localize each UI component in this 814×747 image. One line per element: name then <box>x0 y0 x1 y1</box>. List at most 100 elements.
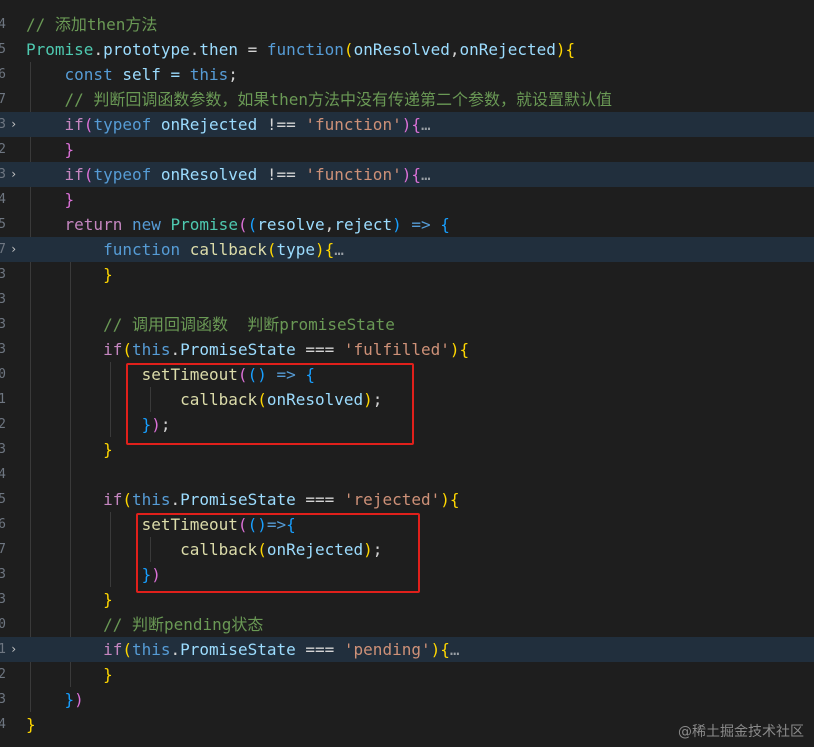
code-token: ) <box>392 215 402 234</box>
fold-chevron-icon[interactable]: › <box>10 112 17 137</box>
line-number: 4 <box>0 467 6 482</box>
code-token: !== <box>266 115 296 134</box>
code-token: prototype <box>103 40 190 59</box>
line-number: 4 <box>0 717 6 732</box>
code-token: !== <box>266 165 296 184</box>
code-token: ) <box>401 165 412 184</box>
code-line[interactable]: 5 return new Promise((resolve,reject) =>… <box>0 212 814 237</box>
code-token: 'pending' <box>343 640 431 659</box>
code-token: onRejected <box>151 115 267 134</box>
line-number: 1 <box>0 392 6 407</box>
code-token: } <box>26 715 36 734</box>
code-token: === <box>295 640 344 659</box>
code-text: Promise.prototype.then = function(onReso… <box>26 37 575 62</box>
code-line[interactable]: 4 } <box>0 187 814 212</box>
folded-ellipsis[interactable]: … <box>450 640 460 659</box>
line-number: 2 <box>0 142 6 157</box>
code-token: this <box>131 340 171 359</box>
code-line[interactable]: 3 › if(typeof onRejected !== 'function'){… <box>0 112 814 137</box>
line-number: 0 <box>0 617 6 632</box>
code-token: ; <box>228 65 238 84</box>
code-token: PromiseState <box>180 640 296 659</box>
code-token: . <box>93 40 104 59</box>
code-token: { <box>449 490 460 509</box>
code-token: // 判断pending状态 <box>26 615 264 634</box>
code-line[interactable]: 3 // 调用回调函数 判断promiseState <box>0 312 814 337</box>
code-token: { <box>459 340 470 359</box>
code-line[interactable]: 7 › function callback(type){… <box>0 237 814 262</box>
line-number: 7 <box>0 92 6 107</box>
folded-ellipsis[interactable]: … <box>421 115 431 134</box>
code-line[interactable]: 2 } <box>0 662 814 687</box>
line-number: 4 <box>0 192 6 207</box>
code-token: new <box>131 215 161 234</box>
fold-chevron-icon[interactable]: › <box>10 637 17 662</box>
code-text: if(this.PromiseState === 'rejected'){ <box>26 487 460 512</box>
code-line[interactable]: 3 › if(typeof onResolved !== 'function'){… <box>0 162 814 187</box>
code-token: if <box>103 340 123 359</box>
code-token: } <box>103 590 113 609</box>
line-number: 1 <box>0 642 6 657</box>
code-token: this <box>131 640 171 659</box>
code-line[interactable]: 3 <box>0 287 814 312</box>
code-token: // 添加then方法 <box>26 15 158 34</box>
code-token: if <box>64 165 84 184</box>
code-token: ( <box>83 115 94 134</box>
code-line[interactable]: 0 // 判断pending状态 <box>0 612 814 637</box>
code-token: return <box>64 215 123 234</box>
line-number: 6 <box>0 517 6 532</box>
code-text: // 添加then方法 <box>26 12 157 37</box>
watermark: @稀土掘金技术社区 <box>678 724 804 740</box>
code-text: } <box>26 137 75 162</box>
folded-ellipsis[interactable]: … <box>421 165 431 184</box>
code-line[interactable]: 3 } <box>0 262 814 287</box>
code-token: ) <box>555 40 566 59</box>
code-token: ) <box>449 340 460 359</box>
code-token: ) <box>315 240 325 259</box>
code-line[interactable]: 6 const self = this; <box>0 62 814 87</box>
code-token: ( <box>83 165 94 184</box>
fold-chevron-icon[interactable]: › <box>10 162 17 187</box>
code-token: typeof <box>93 165 152 184</box>
code-token: 'function' <box>305 165 402 184</box>
code-token: if <box>103 490 123 509</box>
code-line[interactable]: 2 } <box>0 137 814 162</box>
code-token: === <box>295 490 344 509</box>
code-token: if <box>64 115 84 134</box>
code-token: ) <box>74 690 84 709</box>
line-number: 3 <box>0 167 6 182</box>
code-line[interactable]: 7 // 判断回调函数参数，如果then方法中没有传递第二个参数，就设置默认值 <box>0 87 814 112</box>
code-editor[interactable]: 4// 添加then方法 5 Promise.prototype.then = fu… <box>0 0 814 747</box>
line-number: 5 <box>0 217 6 232</box>
line-number: 7 <box>0 242 6 257</box>
code-line[interactable]: 3 if(this.PromiseState === 'fulfilled'){ <box>0 337 814 362</box>
code-token: Promise <box>170 215 238 234</box>
code-line[interactable]: 3 }) <box>0 687 814 712</box>
line-number: 3 <box>0 317 6 332</box>
line-number: 2 <box>0 667 6 682</box>
code-line[interactable]: 4 // 添加then方法 <box>0 12 814 37</box>
code-line[interactable]: 1 › if(this.PromiseState === 'pending'){… <box>0 637 814 662</box>
code-token: PromiseState <box>180 340 296 359</box>
code-line[interactable]: 4 <box>0 462 814 487</box>
code-token: { <box>565 40 576 59</box>
code-line[interactable]: 5 if(this.PromiseState === 'rejected'){ <box>0 487 814 512</box>
line-number: 3 <box>0 692 6 707</box>
code-line[interactable]: 5 Promise.prototype.then = function(onRes… <box>0 37 814 62</box>
code-token: } <box>103 665 113 684</box>
fold-chevron-icon[interactable]: › <box>10 237 17 262</box>
folded-ellipsis[interactable]: … <box>334 240 344 259</box>
